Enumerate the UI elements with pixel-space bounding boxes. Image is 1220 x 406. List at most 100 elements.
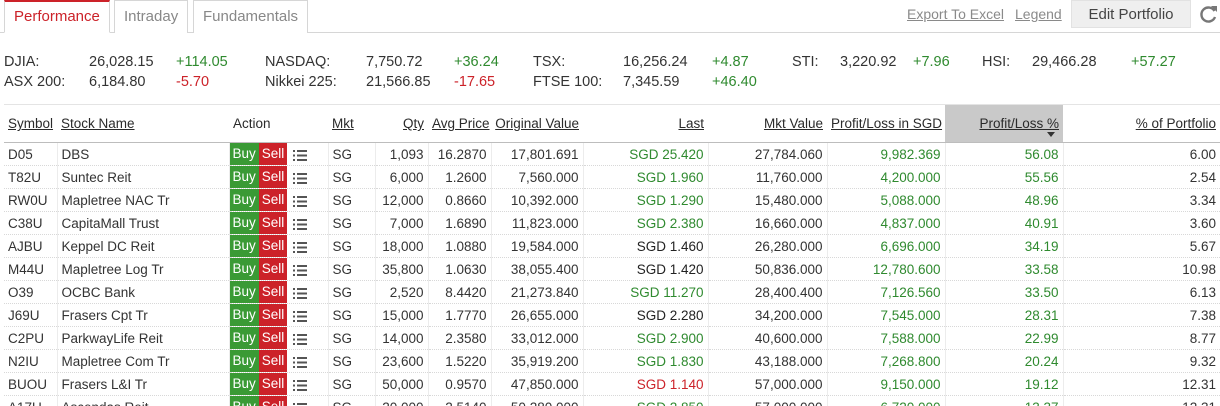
header-profit-loss-pct[interactable]: Profit/Loss % [945,104,1063,143]
sell-button[interactable]: Sell [258,258,288,280]
cell-symbol[interactable]: C2PU [4,326,57,350]
sell-button[interactable]: Sell [258,373,288,395]
list-menu-icon[interactable] [293,402,308,406]
sell-button[interactable]: Sell [258,189,288,211]
cell-stock-name[interactable]: Suntec Reit [56,165,229,189]
header-last[interactable]: Last [583,104,708,143]
cell-last: SGD 2.280 [582,303,708,327]
sell-button[interactable]: Sell [258,212,288,234]
cell-symbol[interactable]: N2IU [4,349,57,373]
edit-portfolio-button[interactable]: Edit Portfolio [1071,0,1191,28]
list-menu-icon[interactable] [293,218,308,230]
cell-profit-loss-pct: 56.08 [944,142,1063,166]
index-name: HSI: [982,54,1011,70]
header-pct-portfolio[interactable]: % of Portfolio [1063,104,1220,143]
index-name: FTSE 100: [533,74,603,90]
index-name: ASX 200: [4,74,66,90]
cell-stock-name[interactable]: CapitaMall Trust [56,211,229,235]
cell-stock-name[interactable]: Frasers Cpt Tr [56,303,229,327]
cell-stock-name[interactable]: Keppel DC Reit [56,234,229,258]
index-change: +7.96 [913,54,950,70]
buy-button[interactable]: Buy [229,396,259,406]
buy-button[interactable]: Buy [229,143,259,165]
sell-button[interactable]: Sell [258,235,288,257]
sell-button[interactable]: Sell [258,304,288,326]
table-row: BUOU Frasers L&I Tr Buy Sell SG 50,000 0.9570 4… [4,372,1220,396]
index-value: 16,256.24 [623,54,688,70]
cell-stock-name[interactable]: Mapletree Log Tr [56,257,229,281]
buy-button[interactable]: Buy [229,304,259,326]
cell-symbol[interactable]: M44U [4,257,57,281]
cell-stock-name[interactable]: Frasers L&I Tr [56,372,229,396]
cell-stock-name[interactable]: Mapletree Com Tr [56,349,229,373]
cell-qty: 7,000 [374,211,428,235]
list-menu-icon[interactable] [293,172,308,184]
sell-button[interactable]: Sell [258,396,288,406]
header-symbol[interactable]: Symbol [4,104,57,143]
tab-performance[interactable]: Performance [4,0,110,33]
header-qty[interactable]: Qty [375,104,428,143]
tab-intraday[interactable]: Intraday [114,0,189,33]
export-to-excel-link[interactable]: Export To Excel [907,6,1004,22]
cell-symbol[interactable]: C38U [4,211,57,235]
cell-symbol[interactable]: RW0U [4,188,57,212]
cell-profit-loss-pct: 34.19 [944,234,1063,258]
cell-mkt-value: 16,660.000 [707,211,827,235]
cell-stock-name[interactable]: ParkwayLife Reit [56,326,229,350]
list-menu-icon[interactable] [293,149,308,161]
refresh-icon[interactable] [1198,3,1218,25]
cell-mkt: SG [327,372,375,396]
cell-stock-name[interactable]: Mapletree NAC Tr [56,188,229,212]
cell-symbol[interactable]: J69U [4,303,57,327]
buy-button[interactable]: Buy [229,189,259,211]
cell-avg-price: 16.2870 [427,142,491,166]
header-profit-loss-sgd[interactable]: Profit/Loss in SGD [827,104,945,143]
tab-fundamentals[interactable]: Fundamentals [193,0,309,33]
list-menu-icon[interactable] [293,356,308,368]
header-avg-price[interactable]: Avg Price [428,104,491,143]
list-menu-icon[interactable] [293,287,308,299]
header-mkt-value[interactable]: Mkt Value [708,104,827,143]
index-change: +114.05 [176,54,228,70]
legend-link[interactable]: Legend [1015,6,1062,22]
buy-button[interactable]: Buy [229,166,259,188]
buy-button[interactable]: Buy [229,281,259,303]
list-menu-icon[interactable] [293,310,308,322]
sell-button[interactable]: Sell [258,350,288,372]
cell-original-value: 19,584.000 [490,234,583,258]
header-mkt[interactable]: Mkt [328,104,375,143]
cell-stock-name[interactable]: DBS [56,142,229,166]
cell-pct-portfolio: 6.13 [1062,280,1220,304]
cell-last: SGD 1.460 [582,234,708,258]
list-menu-icon[interactable] [293,333,308,345]
list-menu-icon[interactable] [293,241,308,253]
buy-button[interactable]: Buy [229,212,259,234]
cell-symbol[interactable]: T82U [4,165,57,189]
index-value: 29,466.28 [1032,54,1097,70]
cell-pct-portfolio: 12.31 [1062,395,1220,406]
header-stock-name[interactable]: Stock Name [57,104,229,143]
cell-stock-name[interactable]: OCBC Bank [56,280,229,304]
cell-symbol[interactable]: BUOU [4,372,57,396]
sell-button[interactable]: Sell [258,281,288,303]
list-menu-icon[interactable] [293,264,308,276]
sell-button[interactable]: Sell [258,143,288,165]
header-original-value[interactable]: Original Value [491,104,583,143]
cell-symbol[interactable]: AJBU [4,234,57,258]
cell-symbol[interactable]: O39 [4,280,57,304]
cell-symbol[interactable]: D05 [4,142,57,166]
buy-button[interactable]: Buy [229,350,259,372]
cell-symbol[interactable]: A17U [4,395,57,406]
sell-button[interactable]: Sell [258,327,288,349]
sell-button[interactable]: Sell [258,166,288,188]
buy-button[interactable]: Buy [229,373,259,395]
buy-button[interactable]: Buy [229,327,259,349]
buy-button[interactable]: Buy [229,258,259,280]
buy-button[interactable]: Buy [229,235,259,257]
cell-stock-name[interactable]: Ascendas Reit [56,395,229,406]
index-value: 3,220.92 [840,54,897,70]
list-menu-icon[interactable] [293,379,308,391]
cell-mkt: SG [327,257,375,281]
cell-avg-price: 2.3580 [427,326,491,350]
list-menu-icon[interactable] [293,195,308,207]
